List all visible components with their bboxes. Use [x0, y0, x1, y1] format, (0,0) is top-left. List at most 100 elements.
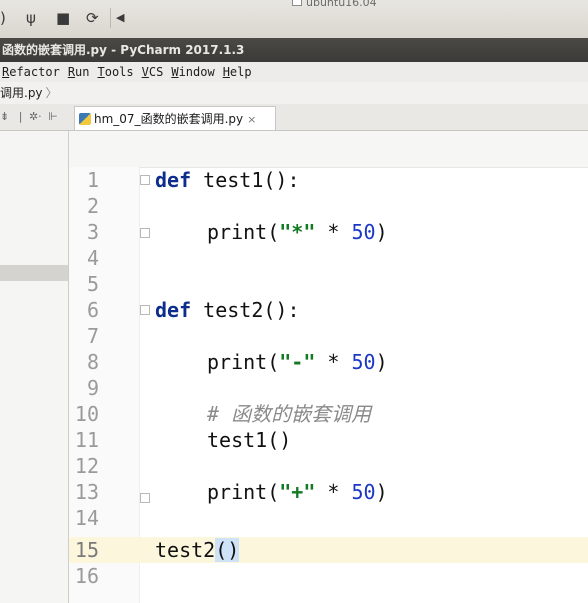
comment: # 函数的嵌套调用: [207, 402, 372, 426]
menu-help[interactable]: Help: [223, 62, 252, 82]
paren: ): [375, 350, 388, 374]
code-line: 10 # 函数的嵌套调用: [69, 401, 588, 427]
line-number: 8: [86, 350, 99, 374]
line-number: 10: [74, 402, 99, 426]
operator: *: [315, 220, 352, 244]
code-text: print("*" * 50): [207, 219, 388, 245]
paren: (: [267, 220, 280, 244]
string-literal: "+": [279, 480, 316, 504]
menu-tools[interactable]: Tools: [98, 62, 134, 82]
sync-icon[interactable]: ⟳: [86, 9, 99, 27]
line-number: 2: [86, 194, 99, 218]
matched-parens: (): [215, 538, 240, 562]
code-line: 7: [69, 323, 588, 349]
window-title: 函数的嵌套调用.py - PyCharm 2017.1.3: [2, 43, 245, 57]
tab-label: hm_07_函数的嵌套调用.py: [94, 112, 244, 126]
gear-icon[interactable]: ✲·: [29, 110, 42, 123]
code-line: 16: [69, 563, 588, 589]
document-icon: [292, 0, 302, 6]
paren: (: [267, 350, 280, 374]
tab-hm07[interactable]: hm_07_函数的嵌套调用.py ×: [74, 106, 276, 130]
host-text: ubuntu16.04: [306, 0, 377, 9]
keyword: def: [155, 298, 192, 322]
string-literal: "-": [279, 350, 316, 374]
toolbar-divider: [110, 8, 111, 28]
line-number: 3: [86, 220, 99, 244]
code-text: print("-" * 50): [207, 349, 388, 375]
code-line: 9: [69, 375, 588, 401]
usb-icon[interactable]: ψ: [26, 9, 36, 27]
menu-window[interactable]: Window: [171, 62, 214, 82]
line-number: 13: [74, 480, 99, 504]
operator: *: [315, 480, 352, 504]
selected-project-row[interactable]: [0, 265, 68, 281]
breadcrumb: 调用.py 〉: [0, 82, 588, 105]
function-call: test1(): [207, 428, 292, 452]
collapse-icon[interactable]: ⇟: [0, 110, 9, 123]
code-text: test2(): [155, 537, 240, 563]
line-number: 15: [74, 538, 99, 562]
menu-vcs[interactable]: VCS: [142, 62, 164, 82]
code-line: 5: [69, 271, 588, 297]
line-number: 12: [74, 454, 99, 478]
fold-marker-icon[interactable]: [140, 305, 150, 315]
line-number: 6: [86, 298, 99, 322]
code-line: 11 test1(): [69, 427, 588, 453]
project-panel: [0, 131, 69, 603]
fold-end-marker-icon[interactable]: [140, 228, 150, 238]
string-literal: "*": [279, 220, 316, 244]
keyword: def: [155, 168, 192, 192]
function-call: test2: [155, 538, 216, 562]
host-label: ubuntu16.04: [292, 0, 377, 9]
line-number: 11: [74, 428, 99, 452]
line-number: 14: [74, 506, 99, 530]
editor-top-strip: [69, 131, 588, 168]
current-code-line: 15 test2(): [69, 537, 588, 563]
save-icon[interactable]: ■: [56, 9, 70, 27]
line-number: 5: [86, 272, 99, 296]
code-line: 4: [69, 245, 588, 271]
code-text: def test2():: [155, 297, 300, 323]
code-text: print("+" * 50): [207, 479, 388, 505]
menu-bar: Refactor Run Tools VCS Window Help: [0, 62, 588, 83]
project-tool-buttons: ⇟ | ✲· ⊩: [0, 104, 68, 130]
code-editor[interactable]: 1 def test1(): 2 3 print("*" * 50) 4 5 6…: [69, 131, 588, 603]
close-tab-icon[interactable]: ×: [247, 113, 256, 126]
number-literal: 50: [351, 480, 376, 504]
breadcrumb-item[interactable]: 调用.py: [0, 86, 43, 100]
line-number: 7: [86, 324, 99, 348]
paren: ): [375, 480, 388, 504]
function-signature: test1():: [203, 168, 300, 192]
menu-refactor[interactable]: Refactor: [2, 62, 60, 82]
system-top-bar: ) ψ ■ ⟳ ◀ ubuntu16.04: [0, 0, 588, 39]
code-text: def test1():: [155, 167, 300, 193]
fold-end-marker-icon[interactable]: [140, 493, 150, 503]
code-line: 14: [69, 505, 588, 531]
menu-run[interactable]: Run: [68, 62, 90, 82]
editor-tab-row: ⇟ | ✲· ⊩ hm_07_函数的嵌套调用.py ×: [0, 104, 588, 131]
fold-marker-icon[interactable]: [140, 175, 150, 185]
paren: ): [375, 220, 388, 244]
divider: |: [18, 110, 23, 123]
builtin: print: [207, 480, 268, 504]
operator: *: [315, 350, 352, 374]
code-line: 2: [69, 193, 588, 219]
line-number: 9: [86, 376, 99, 400]
code-line: 8 print("-" * 50): [69, 349, 588, 375]
builtin: print: [207, 350, 268, 374]
hide-panel-icon[interactable]: ⊩: [48, 110, 58, 123]
paren: (: [267, 480, 280, 504]
number-literal: 50: [351, 220, 376, 244]
window-title-bar: 函数的嵌套调用.py - PyCharm 2017.1.3: [0, 38, 588, 62]
line-number: 4: [86, 246, 99, 270]
line-number: 16: [74, 564, 99, 588]
line-number: 1: [86, 168, 99, 192]
builtin: print: [207, 220, 268, 244]
number-literal: 50: [351, 350, 376, 374]
arrow-left-icon[interactable]: ◀: [116, 11, 124, 24]
python-file-icon: [79, 113, 91, 125]
speaker-icon[interactable]: ): [0, 9, 6, 27]
function-signature: test2():: [203, 298, 300, 322]
chevron-right-icon: 〉: [45, 86, 58, 100]
code-line: 12: [69, 453, 588, 479]
